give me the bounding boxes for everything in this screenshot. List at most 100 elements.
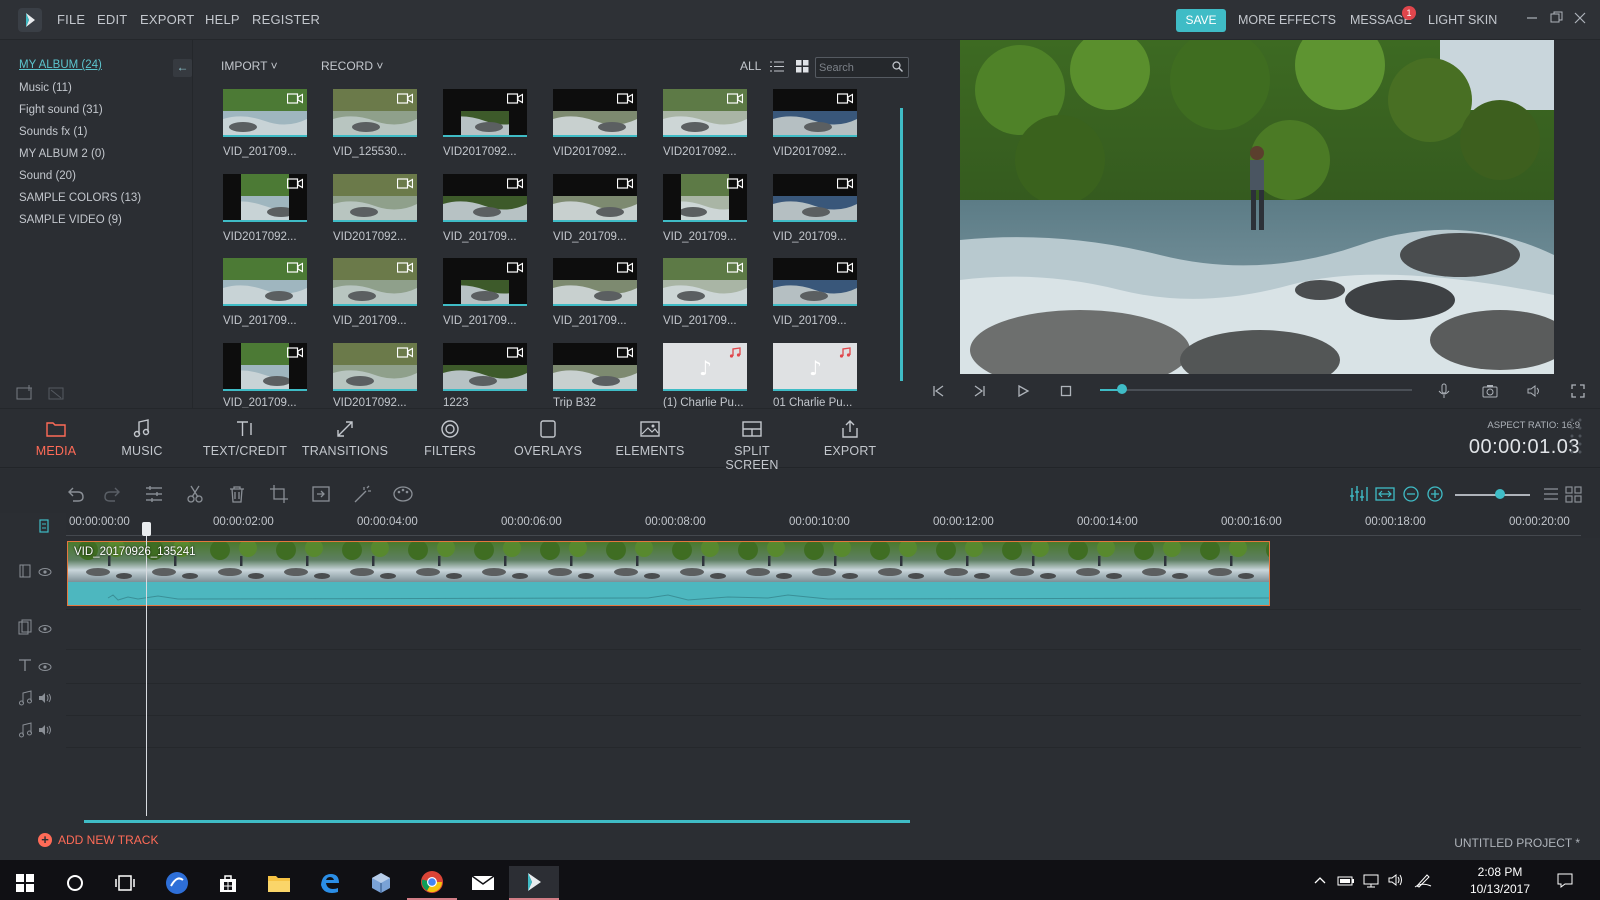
filter-all[interactable]: ALL: [740, 59, 761, 73]
taskbar-app-chrome[interactable]: [407, 866, 457, 900]
eye-icon[interactable]: [38, 566, 52, 580]
tab-split-screen[interactable]: SPLIT SCREEN: [707, 418, 797, 472]
timeline-scrollbar[interactable]: [84, 820, 910, 823]
crop-icon[interactable]: [268, 484, 290, 504]
menu-help[interactable]: HELP: [205, 12, 240, 27]
taskbar-app-virtualbox[interactable]: [356, 866, 406, 900]
video-thumbnail[interactable]: [553, 174, 637, 222]
video-thumbnail[interactable]: [333, 258, 417, 306]
taskbar-app-store[interactable]: [203, 866, 253, 900]
menu-file[interactable]: FILE: [57, 12, 85, 27]
album-item[interactable]: MY ALBUM (24): [19, 59, 102, 71]
cortana-search-button[interactable]: [50, 866, 100, 900]
menu-register[interactable]: REGISTER: [252, 12, 320, 27]
color-palette-icon[interactable]: [392, 484, 414, 504]
video-thumbnail[interactable]: [333, 343, 417, 391]
taskbar-app-file-explorer[interactable]: [254, 866, 304, 900]
speaker-icon[interactable]: [38, 692, 52, 707]
fit-timeline-icon[interactable]: [1374, 484, 1396, 504]
zoom-out-icon[interactable]: [1400, 484, 1422, 504]
video-preview[interactable]: [960, 40, 1554, 374]
video-thumbnail[interactable]: [773, 258, 857, 306]
video-thumbnail[interactable]: [443, 343, 527, 391]
album-item[interactable]: Fight sound (31): [19, 104, 103, 116]
tab-elements[interactable]: ELEMENTS: [615, 418, 685, 464]
audio-mixer-icon[interactable]: [1348, 484, 1370, 504]
audio-thumbnail[interactable]: ♪: [773, 343, 857, 391]
delete-icon[interactable]: [226, 484, 248, 504]
light-skin-button[interactable]: LIGHT SKIN: [1428, 13, 1497, 27]
tab-export[interactable]: EXPORT: [820, 418, 880, 464]
menu-edit[interactable]: EDIT: [97, 12, 127, 27]
search-icon[interactable]: [892, 61, 903, 72]
tab-music[interactable]: MUSIC: [117, 418, 167, 464]
grid-view-icon[interactable]: [796, 60, 809, 76]
video-thumbnail[interactable]: [553, 89, 637, 137]
video-thumbnail[interactable]: [333, 174, 417, 222]
video-thumbnail[interactable]: [223, 89, 307, 137]
panel-grip-icon[interactable]: [1568, 416, 1584, 456]
video-thumbnail[interactable]: [223, 343, 307, 391]
stop-icon[interactable]: [1058, 383, 1074, 399]
video-thumbnail[interactable]: [443, 258, 527, 306]
zoom-in-icon[interactable]: [1424, 484, 1446, 504]
app-logo-icon[interactable]: [18, 8, 42, 32]
tab-text-credit[interactable]: TEXT/CREDIT: [200, 418, 290, 464]
speaker-icon[interactable]: [38, 724, 52, 739]
record-dropdown[interactable]: RECORD ˅: [321, 59, 383, 73]
tab-filters[interactable]: FILTERS: [420, 418, 480, 464]
network-icon[interactable]: [1362, 872, 1379, 888]
album-item[interactable]: Music (11): [19, 82, 72, 94]
library-scrollbar[interactable]: [900, 108, 903, 381]
task-view-button[interactable]: [100, 866, 150, 900]
step-forward-icon[interactable]: [972, 383, 988, 399]
video-thumbnail[interactable]: [443, 174, 527, 222]
add-folder-icon[interactable]: [16, 384, 34, 400]
text-track[interactable]: [66, 650, 1581, 684]
video-thumbnail[interactable]: [663, 258, 747, 306]
pen-ink-icon[interactable]: [1414, 872, 1432, 888]
video-thumbnail[interactable]: [553, 343, 637, 391]
album-item[interactable]: MY ALBUM 2 (0): [19, 148, 105, 160]
play-icon[interactable]: [1015, 383, 1031, 399]
undo-icon[interactable]: [64, 484, 86, 504]
fullscreen-icon[interactable]: [1570, 383, 1586, 399]
volume-icon[interactable]: [1526, 383, 1542, 399]
collapse-albums-arrow-icon[interactable]: ←: [173, 59, 192, 77]
audio-thumbnail[interactable]: ♪: [663, 343, 747, 391]
redo-icon[interactable]: [102, 484, 124, 504]
taskbar-app-messenger[interactable]: [152, 866, 202, 900]
magic-wand-icon[interactable]: [352, 484, 374, 504]
album-item[interactable]: Sounds fx (1): [19, 126, 87, 138]
video-thumbnail[interactable]: [223, 258, 307, 306]
split-clip-icon[interactable]: [310, 484, 332, 504]
album-item[interactable]: SAMPLE COLORS (13): [19, 192, 141, 204]
video-thumbnail[interactable]: [663, 89, 747, 137]
import-dropdown[interactable]: IMPORT ˅: [221, 59, 278, 73]
overlay-track[interactable]: [66, 610, 1581, 650]
preview-progress-handle[interactable]: [1117, 384, 1127, 394]
snapshot-camera-icon[interactable]: [1482, 383, 1498, 399]
list-view-icon[interactable]: [770, 60, 784, 76]
save-button[interactable]: SAVE: [1176, 9, 1226, 32]
zoom-slider-track[interactable]: [1455, 494, 1530, 496]
close-icon[interactable]: [1574, 11, 1586, 27]
playhead-handle[interactable]: [142, 522, 151, 536]
search-input[interactable]: [819, 60, 889, 75]
music-track-2[interactable]: [66, 716, 1581, 748]
menu-export[interactable]: EXPORT: [140, 12, 194, 27]
add-new-track-button[interactable]: + ADD NEW TRACK: [38, 833, 158, 847]
video-thumbnail[interactable]: [443, 89, 527, 137]
battery-icon[interactable]: [1337, 872, 1354, 888]
show-hidden-icons-chevron-icon[interactable]: [1312, 872, 1328, 888]
video-thumbnail[interactable]: [663, 174, 747, 222]
taskbar-clock[interactable]: 2:08 PM 10/13/2017: [1460, 864, 1540, 898]
playhead-line[interactable]: [146, 526, 147, 816]
zoom-slider-handle[interactable]: [1495, 489, 1505, 499]
cut-icon[interactable]: [184, 484, 206, 504]
restore-icon[interactable]: [1550, 11, 1563, 27]
microphone-icon[interactable]: [1436, 383, 1452, 399]
video-thumbnail[interactable]: [333, 89, 417, 137]
taskbar-app-edge[interactable]: [305, 866, 355, 900]
tab-overlays[interactable]: OVERLAYS: [513, 418, 583, 464]
